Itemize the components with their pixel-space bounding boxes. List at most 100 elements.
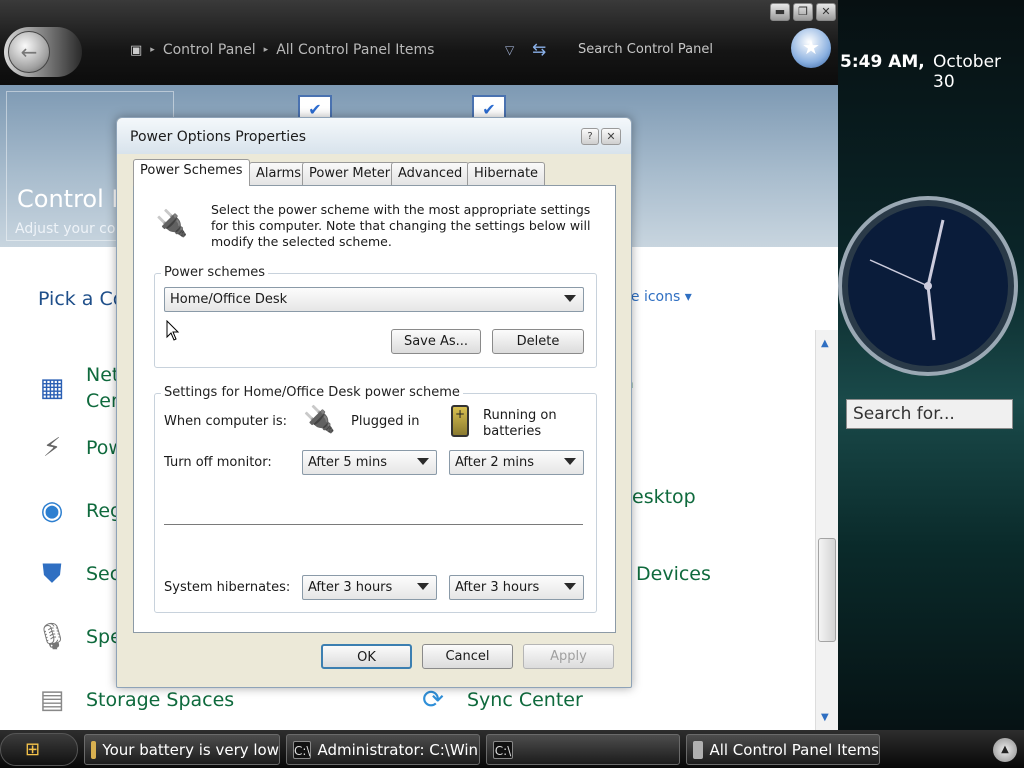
- plugged-in-label: Plugged in: [351, 414, 420, 429]
- taskbar-item-label: All Control Panel Items: [709, 740, 879, 759]
- dialog-title: Power Options Properties: [130, 129, 306, 145]
- taskbar-item-cmd-2[interactable]: C:\: [486, 734, 680, 765]
- breadcrumb-separator-icon: ▸: [150, 45, 155, 55]
- power-schemes-label: Power schemes: [161, 265, 269, 280]
- cmd-icon: C:\: [293, 740, 312, 759]
- clock-time: 5:49 AM,: [840, 52, 925, 72]
- sidebar-search-input[interactable]: Search for...: [846, 399, 1013, 429]
- monitor-battery-value: After 2 mins: [455, 455, 535, 470]
- minimize-button[interactable]: ▬: [770, 3, 790, 21]
- power-options-dialog: Power Options Properties ? ✕ Power Schem…: [116, 117, 632, 688]
- window-controls: ▬ ❐ ✕: [770, 3, 836, 21]
- hibernate-plugged-select[interactable]: After 3 hours: [302, 575, 437, 600]
- monitor-plugged-value: After 5 mins: [308, 455, 388, 470]
- breadcrumb-separator-icon: ▸: [263, 45, 269, 55]
- page-subtitle: Adjust your cor: [15, 221, 122, 237]
- list-item-speech[interactable]: 🎙 Spe: [34, 619, 121, 655]
- list-item-network[interactable]: ▦ Net Cen: [34, 362, 123, 414]
- scroll-up-icon[interactable]: ▲: [821, 338, 829, 349]
- control-panel-icon: ▣: [130, 42, 143, 58]
- when-computer-is-label: When computer is:: [164, 414, 288, 429]
- intro-text: Select the power scheme with the most ap…: [211, 202, 591, 249]
- search-input[interactable]: Search Control Panel: [578, 42, 718, 60]
- chevron-down-icon: [564, 295, 576, 302]
- vertical-scrollbar[interactable]: ▲ ▼: [815, 330, 838, 730]
- tab-hibernate[interactable]: Hibernate: [467, 162, 546, 185]
- save-as-button[interactable]: Save As...: [391, 329, 481, 354]
- power-scheme-select[interactable]: Home/Office Desk: [164, 287, 584, 312]
- list-item-security[interactable]: ⛊ Sec: [34, 556, 120, 592]
- hibernate-plugged-value: After 3 hours: [308, 580, 393, 595]
- monitor-plugged-select[interactable]: After 5 mins: [302, 450, 437, 475]
- explorer-titlebar: ← ▣ ▸ Control Panel ▸ All Control Panel …: [0, 0, 838, 85]
- list-item-label: Sync Center: [467, 689, 583, 711]
- ok-button[interactable]: OK: [321, 644, 412, 669]
- cancel-button[interactable]: Cancel: [422, 644, 513, 669]
- breadcrumb-all-items[interactable]: All Control Panel Items: [276, 42, 434, 58]
- network-icon: ▦: [39, 373, 65, 403]
- taskbar-item-battery[interactable]: Your battery is very low: [84, 734, 280, 765]
- clock-gadget: [838, 196, 1018, 376]
- shield-icon: ⛊: [42, 559, 62, 589]
- folder-icon: [91, 740, 97, 759]
- storage-icon: ▤: [39, 685, 65, 715]
- list-item-label: Storage Spaces: [86, 689, 235, 711]
- list-item-devices[interactable]: Devices: [636, 563, 711, 585]
- power-scheme-value: Home/Office Desk: [170, 292, 288, 307]
- power-scheme-icon: 🔌: [155, 209, 189, 239]
- view-by-dropdown[interactable]: ge icons ▾: [622, 289, 692, 305]
- hibernate-battery-value: After 3 hours: [455, 580, 540, 595]
- monitor-battery-select[interactable]: After 2 mins: [449, 450, 584, 475]
- apply-button[interactable]: Apply: [523, 644, 614, 669]
- plug-icon: 🔌: [303, 405, 336, 435]
- breadcrumb: ▣ ▸ Control Panel ▸ All Control Panel It…: [130, 42, 434, 58]
- windows-sidebar: [838, 0, 1024, 730]
- mouse-cursor-icon: [166, 320, 180, 341]
- tab-alarms[interactable]: Alarms: [249, 162, 309, 185]
- taskbar-item-label: Administrator: C:\Win...: [317, 740, 480, 759]
- list-item-region[interactable]: ◉ Reg: [34, 493, 122, 529]
- chevron-up-icon: ▲: [1001, 744, 1009, 755]
- system-hibernates-label: System hibernates:: [164, 580, 291, 595]
- on-batteries-label: Running on batteries: [483, 408, 557, 439]
- microphone-icon: 🎙: [35, 622, 69, 652]
- scroll-down-icon[interactable]: ▼: [821, 712, 829, 723]
- refresh-icon[interactable]: ⇆: [532, 40, 546, 60]
- back-button[interactable]: ←: [4, 27, 82, 77]
- globe-icon: ◉: [40, 496, 64, 526]
- chevron-down-icon: [564, 458, 576, 465]
- turn-off-monitor-label: Turn off monitor:: [164, 455, 272, 470]
- pick-category-title: Pick a Co: [38, 288, 125, 310]
- chevron-down-icon: [417, 458, 429, 465]
- cmd-icon: C:\: [493, 740, 513, 759]
- tab-advanced[interactable]: Advanced: [391, 162, 470, 185]
- taskbar-item-label: Your battery is very low: [102, 740, 279, 759]
- tab-power-meter[interactable]: Power Meter: [302, 162, 398, 185]
- breadcrumb-control-panel[interactable]: Control Panel: [163, 42, 256, 58]
- help-button[interactable]: ?: [581, 128, 599, 145]
- control-panel-icon: [693, 740, 704, 759]
- start-button[interactable]: ⊞: [0, 733, 78, 766]
- delete-button[interactable]: Delete: [492, 329, 584, 354]
- chevron-down-icon: [417, 583, 429, 590]
- star-icon[interactable]: ★: [791, 28, 831, 68]
- clock-date: October 30: [933, 52, 1002, 92]
- dialog-close-button[interactable]: ✕: [601, 128, 621, 145]
- settings-label: Settings for Home/Office Desk power sche…: [161, 385, 463, 400]
- tab-power-schemes[interactable]: Power Schemes: [133, 159, 250, 186]
- list-item-power[interactable]: ⚡ Pow: [34, 430, 124, 466]
- restore-button[interactable]: ❐: [793, 3, 813, 21]
- chevron-down-icon[interactable]: ▽: [505, 43, 514, 57]
- back-arrow-icon: ←: [8, 31, 50, 73]
- divider: [164, 524, 583, 525]
- scroll-thumb[interactable]: [818, 538, 836, 642]
- close-button[interactable]: ✕: [816, 3, 836, 21]
- windows-logo-icon: ⊞: [25, 739, 41, 760]
- page-title: Control P: [17, 185, 126, 213]
- taskbar-item-cmd[interactable]: C:\ Administrator: C:\Win...: [286, 734, 480, 765]
- list-item-desktop[interactable]: esktop: [632, 486, 696, 508]
- taskbar-item-control-panel[interactable]: All Control Panel Items: [686, 734, 880, 765]
- hibernate-battery-select[interactable]: After 3 hours: [449, 575, 584, 600]
- power-icon: ⚡: [42, 433, 62, 463]
- show-hidden-icons-button[interactable]: ▲: [993, 738, 1017, 762]
